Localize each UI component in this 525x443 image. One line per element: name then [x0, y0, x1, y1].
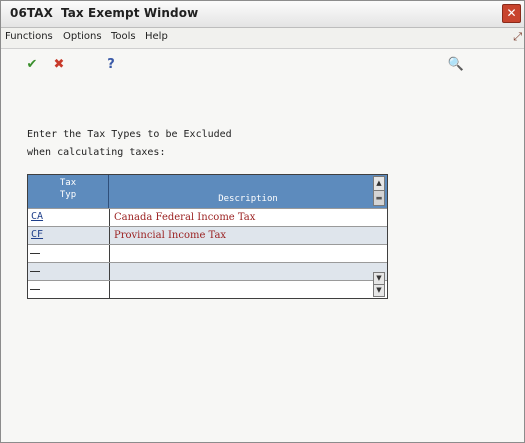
column-header-description-label: Description	[218, 194, 278, 204]
window-title: 06TAX Tax Exempt Window	[10, 6, 198, 20]
tax-type-cell-empty[interactable]	[30, 288, 40, 290]
menu-tools[interactable]: Tools	[111, 31, 136, 42]
close-icon: ✕	[506, 6, 517, 20]
tax-type-cell-empty[interactable]	[30, 270, 40, 272]
scroll-up-icon[interactable]: ▲	[373, 176, 385, 191]
table-row[interactable]	[28, 244, 387, 262]
description-cell: Provincial Income Tax	[109, 227, 385, 244]
restore-icon[interactable]: ⤢	[513, 30, 522, 44]
menu-help[interactable]: Help	[145, 31, 168, 42]
description-cell	[109, 263, 385, 280]
tax-type-grid: Tax Typ Description CA Canada Federal In…	[27, 174, 388, 299]
grid-header: Tax Typ Description	[28, 175, 387, 208]
table-row[interactable]: CA Canada Federal Income Tax	[28, 208, 387, 226]
toolbar: ✔ ✖ ? 🔍	[1, 49, 524, 83]
tax-exempt-window: 06TAX Tax Exempt Window ✕ Functions Optio…	[0, 0, 525, 443]
program-code: 06TAX	[10, 6, 53, 20]
tax-type-cell-empty[interactable]	[30, 252, 40, 254]
cancel-icon[interactable]: ✖	[49, 55, 69, 75]
description-cell	[109, 281, 385, 298]
column-header-tax-type-line2: Typ	[59, 190, 77, 200]
prompt-line-2: when calculating taxes:	[27, 147, 166, 158]
column-header-tax-type-line1: Tax	[59, 178, 77, 188]
scroll-thumb[interactable]: ▬	[373, 190, 385, 206]
menu-functions[interactable]: Functions	[5, 31, 53, 42]
column-header-tax-type[interactable]: Tax Typ	[28, 175, 109, 208]
window-title-text: Tax Exempt Window	[61, 6, 199, 20]
description-cell	[109, 245, 385, 262]
help-icon[interactable]: ?	[101, 55, 121, 75]
tax-type-cell[interactable]: CF	[29, 228, 109, 242]
grid-scrollbar[interactable]: ▲ ▬ ▼ ▼	[373, 176, 385, 298]
column-header-description[interactable]: Description	[109, 175, 387, 208]
title-bar[interactable]: 06TAX Tax Exempt Window ✕	[1, 1, 524, 28]
description-cell: Canada Federal Income Tax	[109, 209, 385, 226]
tax-type-cell[interactable]: CA	[29, 210, 109, 224]
prompt-line-1: Enter the Tax Types to be Excluded	[27, 129, 232, 140]
scroll-bottom-icon[interactable]: ▼	[373, 284, 385, 297]
table-row[interactable]	[28, 280, 387, 298]
close-button[interactable]: ✕	[502, 4, 521, 23]
table-row[interactable]	[28, 262, 387, 280]
table-row[interactable]: CF Provincial Income Tax	[28, 226, 387, 244]
search-icon[interactable]: 🔍	[446, 55, 466, 75]
menu-bar: Functions Options Tools Help ⤢	[1, 28, 524, 49]
ok-icon[interactable]: ✔	[22, 55, 42, 75]
menu-options[interactable]: Options	[63, 31, 102, 42]
